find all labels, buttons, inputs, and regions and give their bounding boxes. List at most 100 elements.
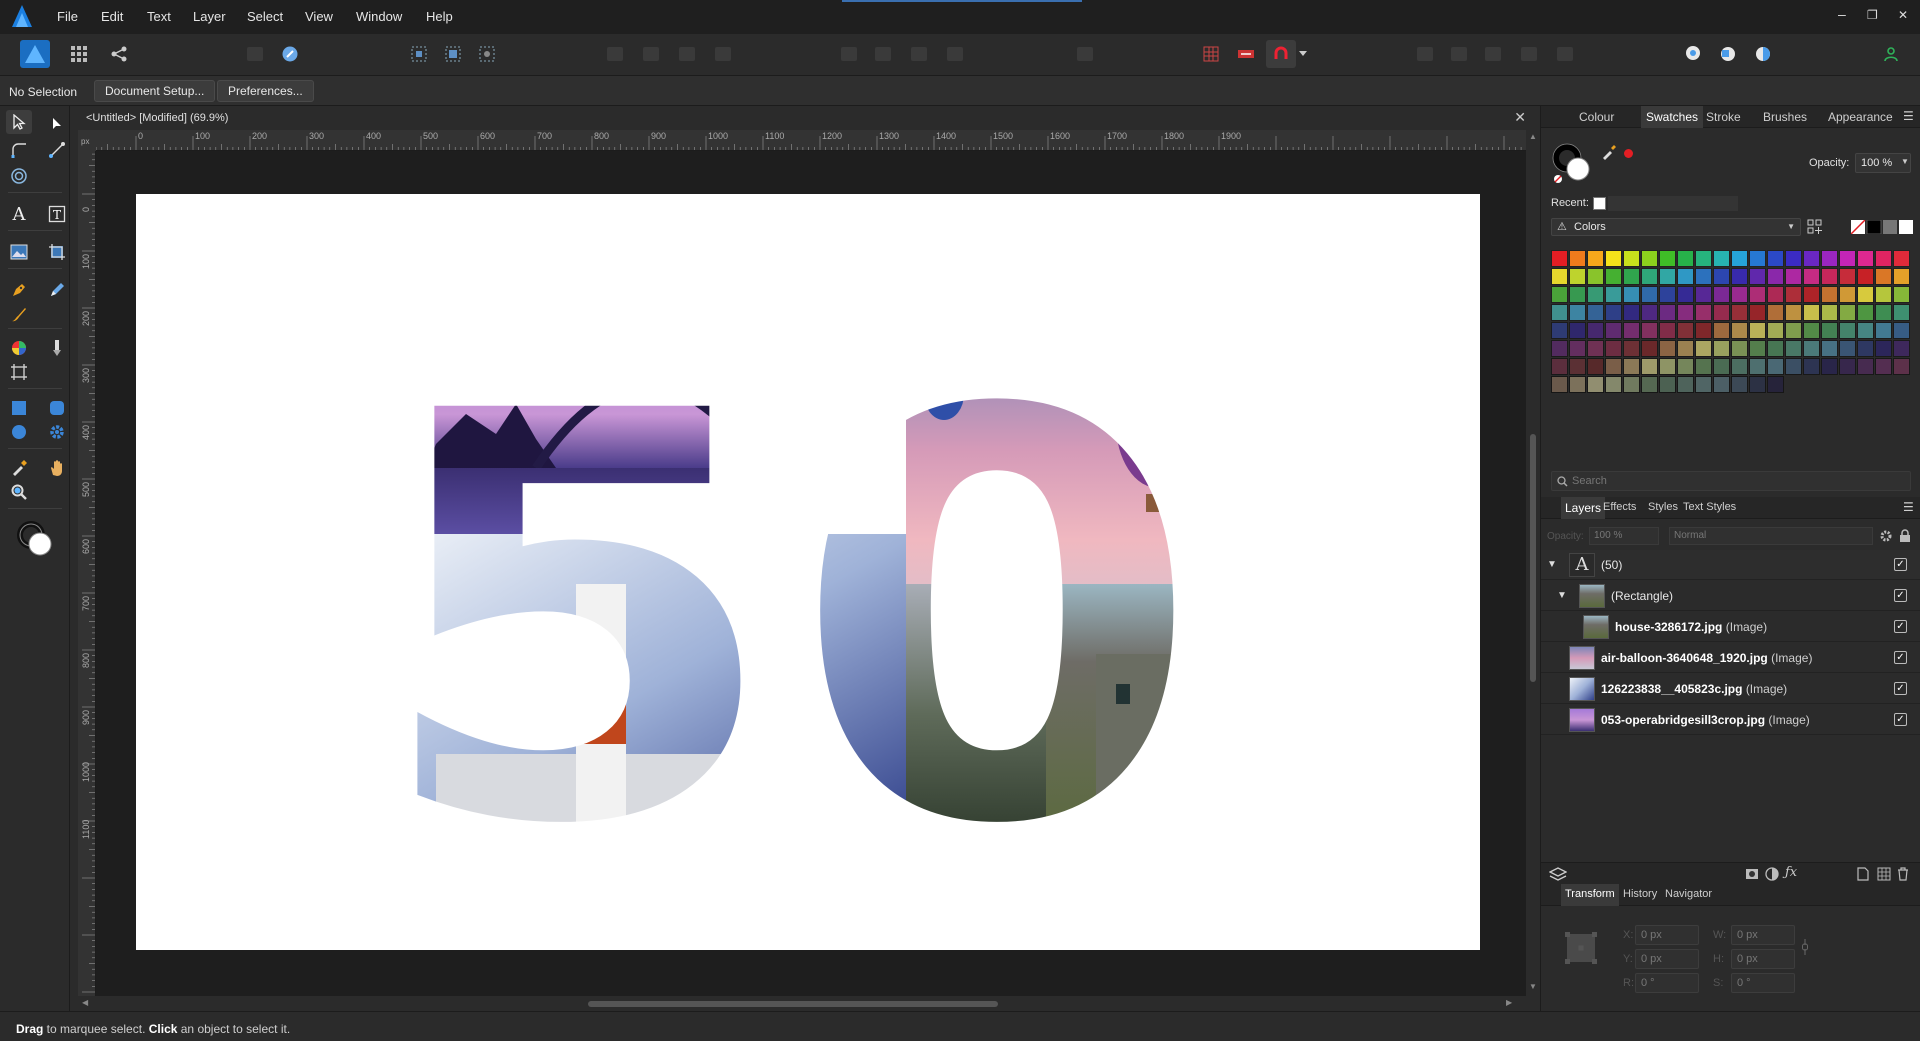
colour-swatch[interactable] [1839, 358, 1856, 375]
adjustment-layer-icon[interactable] [1765, 867, 1779, 881]
boolean-icon-3[interactable] [1478, 40, 1508, 68]
half-circle-icon[interactable] [1748, 40, 1778, 68]
colour-swatch[interactable] [1659, 286, 1676, 303]
colour-swatch[interactable] [1749, 286, 1766, 303]
transform-select-icon[interactable] [438, 40, 468, 68]
document-setup-button[interactable]: Document Setup... [94, 80, 216, 102]
scroll-right-icon[interactable]: ▶ [1506, 998, 1512, 1007]
tab-navigator[interactable]: Navigator [1665, 888, 1712, 900]
fx-icon[interactable]: ƒx [1785, 865, 1797, 880]
add-pixel-layer-icon[interactable] [1877, 867, 1891, 881]
colour-swatch[interactable] [1713, 286, 1730, 303]
colour-swatch[interactable] [1749, 250, 1766, 267]
add-layer-icon[interactable] [1857, 867, 1869, 881]
colour-swatch[interactable] [1767, 250, 1784, 267]
comment-icon[interactable] [1678, 40, 1708, 68]
none-black-white-swatches[interactable] [1851, 220, 1913, 234]
colour-swatch[interactable] [1749, 376, 1766, 393]
colour-swatch[interactable] [1875, 268, 1892, 285]
hand-tool-icon[interactable] [44, 456, 70, 480]
colour-swatch[interactable] [1659, 322, 1676, 339]
colour-swatch[interactable] [1641, 358, 1658, 375]
tab-layers[interactable]: Layers [1561, 497, 1606, 519]
layer-visibility-checkbox[interactable]: ✓ [1894, 558, 1907, 571]
colour-swatch[interactable] [1587, 340, 1604, 357]
boolean-icon-5[interactable] [1550, 40, 1580, 68]
frame-text-tool-icon[interactable]: T [44, 202, 70, 226]
colour-swatch[interactable] [1731, 286, 1748, 303]
colour-swatch[interactable] [1587, 304, 1604, 321]
colour-swatch[interactable] [1731, 340, 1748, 357]
colour-swatch[interactable] [1803, 286, 1820, 303]
colour-swatch[interactable] [1839, 268, 1856, 285]
colour-swatch[interactable] [1659, 376, 1676, 393]
snapping-assistant-icon[interactable] [275, 40, 305, 68]
colour-swatch[interactable] [1677, 304, 1694, 321]
colour-swatch[interactable] [1551, 286, 1568, 303]
swatch-search[interactable] [1551, 471, 1911, 491]
colour-swatch[interactable] [1623, 358, 1640, 375]
colour-swatch[interactable] [1551, 304, 1568, 321]
rotate-select-icon[interactable] [472, 40, 502, 68]
boolean-icon-2[interactable] [1444, 40, 1474, 68]
colour-swatch[interactable] [1605, 376, 1622, 393]
colour-swatch[interactable] [1767, 322, 1784, 339]
colour-swatch[interactable] [1695, 268, 1712, 285]
colour-swatch[interactable] [1767, 304, 1784, 321]
align-icon-3[interactable] [904, 40, 934, 68]
colour-swatch[interactable] [1569, 340, 1586, 357]
colour-swatch[interactable] [1695, 376, 1712, 393]
anchor-point-selector-icon[interactable] [1563, 930, 1599, 966]
colour-swatch[interactable] [1821, 304, 1838, 321]
tab-transform[interactable]: Transform [1561, 884, 1619, 906]
layer-row[interactable]: house-3286172.jpg (Image) ✓ [1541, 612, 1920, 642]
export-persona-icon[interactable] [104, 40, 134, 68]
colour-swatch[interactable] [1803, 304, 1820, 321]
pencil-tool-icon[interactable] [44, 278, 70, 302]
distribute-icon[interactable] [1070, 40, 1100, 68]
colour-swatch[interactable] [1767, 376, 1784, 393]
align-icon-1[interactable] [834, 40, 864, 68]
colour-swatch[interactable] [1821, 286, 1838, 303]
palette-options-icon[interactable] [1807, 219, 1823, 235]
colour-swatch[interactable] [1893, 340, 1910, 357]
colour-swatch[interactable] [1587, 268, 1604, 285]
colour-swatch[interactable] [1803, 268, 1820, 285]
layer-visibility-checkbox[interactable]: ✓ [1894, 651, 1907, 664]
node-tool-icon[interactable] [44, 112, 70, 136]
colour-swatch[interactable] [1731, 376, 1748, 393]
colour-swatch[interactable] [1713, 322, 1730, 339]
colour-swatch[interactable] [1551, 322, 1568, 339]
assistant-icon[interactable] [240, 40, 270, 68]
colour-swatch[interactable] [1587, 358, 1604, 375]
colour-swatch[interactable] [1731, 322, 1748, 339]
colour-swatch[interactable] [1569, 286, 1586, 303]
colour-swatch[interactable] [1731, 250, 1748, 267]
colour-swatch[interactable] [1839, 340, 1856, 357]
colour-swatch[interactable] [1731, 268, 1748, 285]
colour-swatch[interactable] [1695, 340, 1712, 357]
accent-colour-dot[interactable] [1624, 149, 1633, 158]
colour-swatch[interactable] [1605, 250, 1622, 267]
colour-swatch[interactable] [1587, 286, 1604, 303]
colour-swatch[interactable] [1839, 286, 1856, 303]
colour-swatch[interactable] [1857, 304, 1874, 321]
colour-swatch[interactable] [1749, 322, 1766, 339]
menu-select[interactable]: Select [247, 9, 283, 24]
vertical-ruler[interactable]: 0 100 200 300 400 500 600 700 800 900 1000 1100 [78, 151, 96, 996]
colour-swatch[interactable] [1857, 286, 1874, 303]
shear-field[interactable]: 0 ° [1731, 973, 1795, 993]
layer-row[interactable]: ▼ A (50) ✓ [1541, 550, 1920, 580]
colour-swatch[interactable] [1569, 358, 1586, 375]
fill-stroke-swatch-icon[interactable] [1551, 142, 1595, 186]
colour-swatch[interactable] [1641, 250, 1658, 267]
scroll-left-icon[interactable]: ◀ [82, 998, 88, 1007]
colour-swatch[interactable] [1785, 340, 1802, 357]
tab-appearance[interactable]: Appearance [1828, 110, 1893, 124]
tab-brushes[interactable]: Brushes [1763, 110, 1807, 124]
colour-swatch[interactable] [1641, 268, 1658, 285]
colour-swatch[interactable] [1785, 358, 1802, 375]
align-icon-2[interactable] [868, 40, 898, 68]
minimize-button[interactable]: – [1838, 6, 1846, 22]
vertical-scroll-thumb[interactable] [1530, 434, 1536, 682]
